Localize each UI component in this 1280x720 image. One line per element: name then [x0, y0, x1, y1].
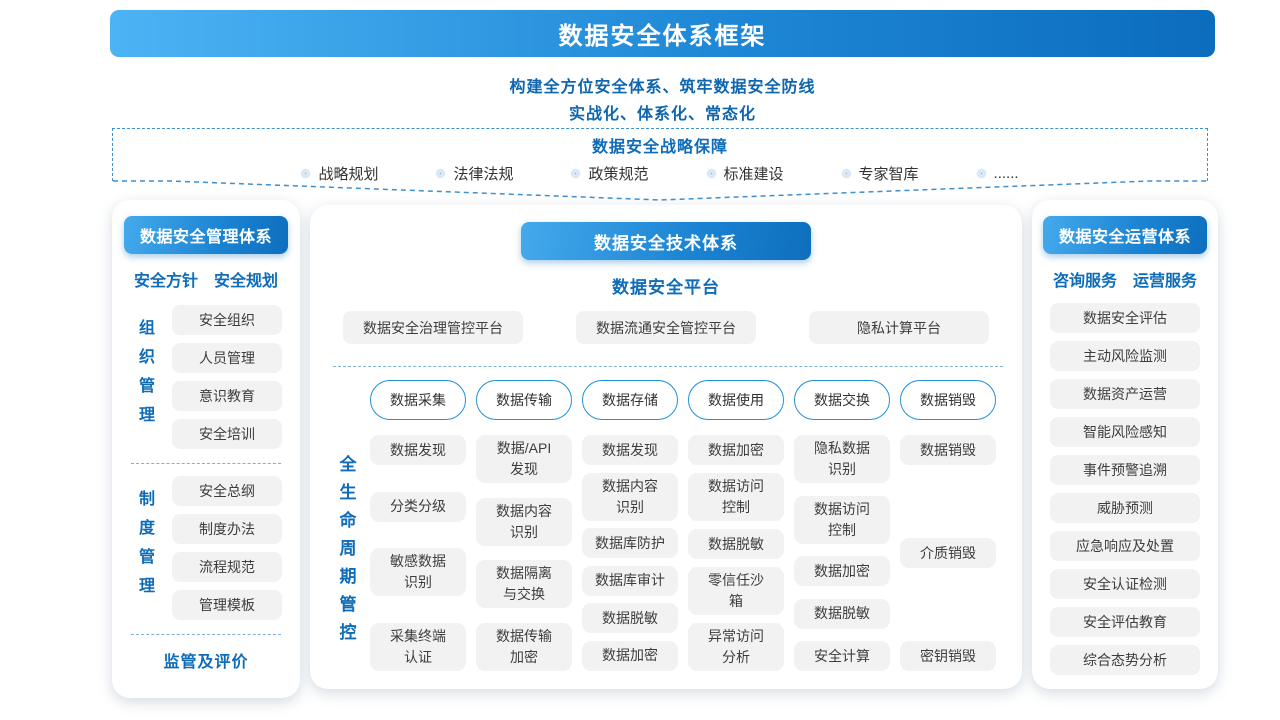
capability-cell: 数据加密	[794, 556, 890, 586]
framework-diagram: 数据安全体系框架 构建全方位安全体系、筑牢数据安全防线 实战化、体系化、常态化 …	[0, 0, 1280, 720]
operation-item: 安全评估教育	[1050, 607, 1200, 637]
operation-item: 安全认证检测	[1050, 569, 1200, 599]
capability-cell: 数据库防护	[582, 528, 678, 558]
management-item: 安全培训	[172, 419, 282, 449]
platform-item: 隐私计算平台	[809, 311, 989, 344]
technology-panel: 数据安全技术体系 数据安全平台 数据安全治理管控平台 数据流通安全管控平台 隐私…	[310, 205, 1022, 689]
org-management-label: 组织管理	[132, 319, 156, 435]
management-item: 意识教育	[172, 381, 282, 411]
operation-item: 应急响应及处置	[1050, 531, 1200, 561]
org-item-list: 安全组织 人员管理 意识教育 安全培训	[172, 305, 282, 449]
bullet-icon	[977, 169, 986, 178]
page-title: 数据安全体系框架	[559, 16, 767, 51]
lifecycle-label: 全生命周期管控	[334, 455, 359, 651]
platform-item: 数据流通安全管控平台	[576, 311, 756, 344]
grid-spacer	[332, 380, 360, 420]
capability-cell: 数据销毁	[900, 435, 996, 465]
stage-pill: 数据传输	[476, 380, 572, 420]
operation-panel: 数据安全运营体系 咨询服务 运营服务 数据安全评估 主动风险监测 数据资产运营 …	[1032, 200, 1218, 689]
capability-cell: 数据传输 加密	[476, 623, 572, 671]
capability-cell: 数据访问 控制	[794, 496, 890, 544]
management-panel: 数据安全管理体系 安全方针 安全规划 组织管理 安全组织 人员管理 意识教育 安…	[112, 200, 300, 698]
capability-cell: 数据脱敏	[794, 599, 890, 629]
capability-column-transfer: 数据/API 发现 数据内容 识别 数据隔离 与交换 数据传输 加密	[476, 435, 572, 671]
capability-column-usage: 数据加密 数据访问 控制 数据脱敏 零信任沙 箱 异常访问 分析	[688, 435, 784, 671]
stage-pill: 数据采集	[370, 380, 466, 420]
capability-cell: 数据内容 识别	[582, 473, 678, 521]
capability-cell: 数据发现	[582, 435, 678, 465]
management-panel-footer: 监管及评价	[112, 648, 300, 672]
capability-cell: 数据访问 控制	[688, 473, 784, 521]
management-item: 安全组织	[172, 305, 282, 335]
management-panel-header: 数据安全管理体系	[124, 216, 288, 254]
institution-management-label: 制度管理	[132, 490, 156, 606]
subtitle-line-2: 实战化、体系化、常态化	[110, 100, 1215, 124]
capability-cell: 数据发现	[370, 435, 466, 465]
institution-item-list: 安全总纲 制度办法 流程规范 管理模板	[172, 476, 282, 620]
capability-cell: 介质销毁	[900, 538, 996, 568]
divider	[131, 463, 281, 464]
stage-pill: 数据交换	[794, 380, 890, 420]
operation-item-list: 数据安全评估 主动风险监测 数据资产运营 智能风险感知 事件预警追溯 威胁预测 …	[1032, 303, 1218, 675]
operation-item: 数据安全评估	[1050, 303, 1200, 333]
capability-column-storage: 数据发现 数据内容 识别 数据库防护 数据库审计 数据脱敏 数据加密	[582, 435, 678, 671]
capability-column-collect: 数据发现 分类分级 敏感数据 识别 采集终端 认证	[370, 435, 466, 671]
divider	[131, 634, 281, 635]
operation-item: 威胁预测	[1050, 493, 1200, 523]
bullet-icon	[301, 169, 310, 178]
management-item: 管理模板	[172, 590, 282, 620]
capability-cell: 数据隔离 与交换	[476, 560, 572, 608]
operation-item: 主动风险监测	[1050, 341, 1200, 371]
bullet-icon	[842, 169, 851, 178]
capability-column-destroy: 数据销毁 介质销毁 密钥销毁	[900, 435, 996, 671]
stage-pill: 数据存储	[582, 380, 678, 420]
subtitle-line-1: 构建全方位安全体系、筑牢数据安全防线	[110, 73, 1215, 97]
platform-item: 数据安全治理管控平台	[343, 311, 523, 344]
capability-cell: 分类分级	[370, 492, 466, 522]
capability-cell: 数据脱敏	[688, 529, 784, 559]
stage-pill: 数据使用	[688, 380, 784, 420]
strategy-title: 数据安全战略保障	[113, 133, 1207, 157]
management-item: 人员管理	[172, 343, 282, 373]
capability-cell: 数据加密	[688, 435, 784, 465]
management-item: 流程规范	[172, 552, 282, 582]
operation-item: 智能风险感知	[1050, 417, 1200, 447]
capability-cell: 零信任沙 箱	[688, 567, 784, 615]
lifecycle-label-cell: 全生命周期管控	[332, 435, 360, 671]
technology-panel-header: 数据安全技术体系	[521, 222, 811, 260]
bullet-icon	[436, 169, 445, 178]
institution-management-group: 制度管理 安全总纲 制度办法 流程规范 管理模板	[112, 476, 300, 620]
capability-cell: 安全计算	[794, 641, 890, 671]
capability-cell: 数据加密	[582, 641, 678, 671]
capability-cell: 隐私数据 识别	[794, 435, 890, 483]
lifecycle-grid: 数据采集 数据传输 数据存储 数据使用 数据交换 数据销毁 全生命周期管控 数据…	[332, 380, 1022, 671]
management-item: 制度办法	[172, 514, 282, 544]
operation-panel-subtitle: 咨询服务 运营服务	[1032, 267, 1218, 291]
capability-cell: 采集终端 认证	[370, 623, 466, 671]
bullet-icon	[707, 169, 716, 178]
capability-cell: 数据/API 发现	[476, 435, 572, 483]
capability-cell: 数据库审计	[582, 566, 678, 596]
operation-item: 综合态势分析	[1050, 645, 1200, 675]
org-management-group: 组织管理 安全组织 人员管理 意识教育 安全培训	[112, 305, 300, 449]
platform-row: 数据安全治理管控平台 数据流通安全管控平台 隐私计算平台	[310, 311, 1022, 344]
management-panel-subtitle: 安全方针 安全规划	[112, 267, 300, 291]
capability-cell: 敏感数据 识别	[370, 548, 466, 596]
capability-cell: 数据内容 识别	[476, 498, 572, 546]
operation-item: 数据资产运营	[1050, 379, 1200, 409]
strategy-box: 数据安全战略保障 战略规划 法律法规 政策规范 标准建设 专家智库	[112, 128, 1208, 181]
operation-panel-header: 数据安全运营体系	[1043, 216, 1207, 254]
capability-column-exchange: 隐私数据 识别 数据访问 控制 数据加密 数据脱敏 安全计算	[794, 435, 890, 671]
capability-cell: 异常访问 分析	[688, 623, 784, 671]
bullet-icon	[571, 169, 580, 178]
stage-pill: 数据销毁	[900, 380, 996, 420]
capability-cell: 密钥销毁	[900, 641, 996, 671]
operation-item: 事件预警追溯	[1050, 455, 1200, 485]
platform-title: 数据安全平台	[310, 273, 1022, 298]
management-item: 安全总纲	[172, 476, 282, 506]
capability-cell: 数据脱敏	[582, 603, 678, 633]
title-banner: 数据安全体系框架	[110, 10, 1215, 57]
divider	[333, 366, 1003, 367]
